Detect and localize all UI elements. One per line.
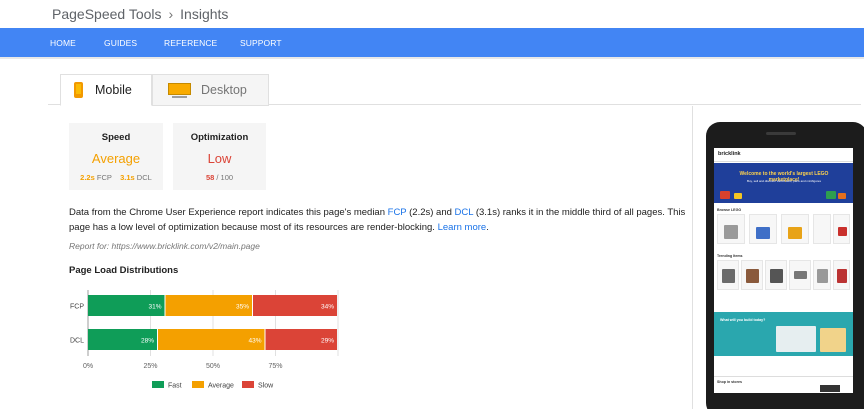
dcl-value: 3.1s	[120, 173, 135, 182]
preview-section-trending: Trending Items	[717, 254, 743, 258]
summary-part4: .	[486, 222, 489, 233]
phone-speaker	[766, 132, 796, 135]
speed-card: Speed Average 2.2s FCP 3.1s DCL	[69, 123, 163, 190]
learn-more-link[interactable]: Learn more	[438, 222, 487, 233]
preview-section-shop: Shop in stores	[717, 380, 742, 384]
x-tick-label-3: 75%	[268, 363, 282, 370]
page-screenshot-preview: bricklink Welcome to the world's largest…	[714, 148, 853, 393]
preview-footer: Shop in stores	[714, 376, 853, 393]
category-label-dcl: DCL	[70, 338, 84, 345]
legend-label-fast: Fast	[168, 383, 182, 390]
legend-label-average: Average	[208, 383, 234, 390]
x-tick-label-0: 0%	[83, 363, 93, 370]
report-url: Report for: https://www.bricklink.com/v2…	[69, 241, 260, 251]
dcl-label: DCL	[136, 173, 152, 182]
tab-desktop[interactable]: Desktop	[152, 74, 269, 106]
speed-value: Average	[91, 151, 141, 166]
smartphone-icon	[74, 82, 83, 98]
preview-logo: bricklink	[718, 151, 741, 157]
nav-home[interactable]: HOME	[50, 38, 76, 48]
optimization-score-max: / 100	[216, 173, 234, 182]
legend-swatch-slow	[242, 381, 254, 388]
device-tabs: Mobile Desktop	[48, 70, 861, 106]
breadcrumb-current[interactable]: Insights	[180, 6, 228, 22]
monitor-icon	[168, 82, 191, 98]
main-nav: HOME GUIDES REFERENCE SUPPORT	[0, 28, 864, 57]
summary-text: Data from the Chrome User Experience rep…	[69, 205, 689, 235]
optimization-score-value: 58	[205, 173, 215, 182]
top-bar: PageSpeed Tools › Insights	[0, 0, 864, 28]
preview-hero: Welcome to the world's largest LEGO mark…	[714, 163, 853, 203]
column-divider	[692, 106, 693, 409]
optimization-value: Low	[207, 151, 232, 166]
breadcrumb: PageSpeed Tools › Insights	[52, 6, 228, 22]
fcp-value: 2.2s	[80, 173, 95, 182]
bar-label-fcp-average: 35%	[236, 304, 249, 311]
speed-metrics: 2.2s FCP 3.1s DCL	[69, 173, 163, 182]
category-label-fcp: FCP	[70, 304, 84, 311]
bar-label-dcl-slow: 29%	[321, 338, 334, 345]
summary-part2: (2.2s) and	[406, 207, 455, 218]
summary-part1: Data from the Chrome User Experience rep…	[69, 207, 388, 218]
tab-desktop-label: Desktop	[201, 83, 247, 97]
legend-swatch-average	[192, 381, 204, 388]
preview-section-browse: Browse LEGO	[717, 208, 742, 212]
preview-header: bricklink	[714, 148, 853, 162]
nav-reference[interactable]: REFERENCE	[164, 38, 217, 48]
nav-support[interactable]: SUPPORT	[240, 38, 282, 48]
x-tick-label-1: 25%	[143, 363, 157, 370]
dcl-link[interactable]: DCL	[455, 207, 474, 218]
optimization-card: Optimization Low 58 / 100	[173, 123, 266, 190]
fcp-label: FCP	[96, 173, 112, 182]
preview-hero-sub: Buy, sell and discover LEGO sets, parts …	[747, 179, 821, 183]
legend-swatch-fast	[152, 381, 164, 388]
bar-label-dcl-average: 43%	[248, 338, 261, 345]
preview-teal-banner: What will you build today?	[714, 312, 853, 356]
nav-guides[interactable]: GUIDES	[104, 38, 137, 48]
chevron-right-icon: ›	[168, 6, 174, 22]
bar-label-dcl-fast: 28%	[141, 338, 154, 345]
bar-label-fcp-fast: 31%	[148, 304, 161, 311]
breadcrumb-root[interactable]: PageSpeed Tools	[52, 6, 162, 22]
optimization-score: 58 / 100	[173, 173, 266, 182]
legend-label-slow: Slow	[258, 383, 274, 390]
tab-mobile-label: Mobile	[95, 83, 132, 97]
speed-title: Speed	[101, 132, 131, 143]
load-distribution-chart: 0% 25% 50% 75% FCP 31% 35% 34% DCL 28% 43% 29% Fast A…	[70, 290, 339, 390]
distribution-title: Page Load Distributions	[69, 265, 179, 276]
x-tick-label-2: 50%	[206, 363, 220, 370]
bar-label-fcp-slow: 34%	[321, 304, 334, 311]
preview-section-build: What will you build today?	[720, 318, 766, 322]
tab-mobile[interactable]: Mobile	[60, 74, 152, 106]
nav-shadow	[0, 57, 864, 59]
fcp-link[interactable]: FCP	[388, 207, 407, 218]
optimization-title: Optimization	[190, 132, 249, 143]
